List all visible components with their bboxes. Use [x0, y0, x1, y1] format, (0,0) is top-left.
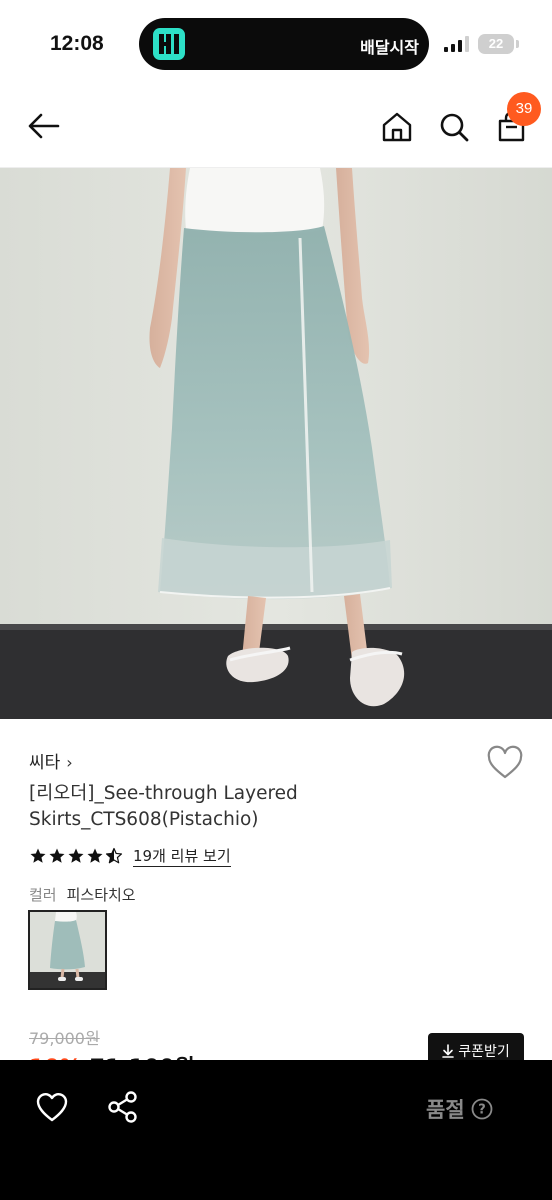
star-icon [49, 848, 65, 863]
bottom-action-bar: 품절 ? [0, 1060, 552, 1200]
cart-count-badge: 39 [507, 92, 541, 126]
live-activity-text: 배달시작 [360, 38, 419, 57]
color-label: 컬러 [29, 886, 57, 904]
color-swatch-selected[interactable] [28, 910, 107, 990]
battery-icon: 22 [478, 34, 514, 54]
brand-link[interactable]: 씨타 › [29, 748, 73, 773]
rating-stars [29, 847, 123, 865]
signal-icon [444, 36, 469, 52]
color-value: 피스타치오 [66, 886, 136, 904]
share-icon[interactable] [106, 1090, 140, 1124]
product-photo [0, 168, 552, 719]
product-title: [리오더]_See-through Layered Skirts_CTS608(… [29, 783, 298, 830]
brand-name: 씨타 [29, 753, 61, 773]
star-half-icon [105, 847, 123, 864]
top-nav [0, 90, 552, 168]
soldout-status: 품절 ? [426, 1094, 493, 1124]
back-arrow-icon[interactable] [24, 106, 64, 146]
search-icon[interactable] [434, 107, 474, 147]
original-price: 79,000원 [29, 1029, 100, 1048]
help-circle-icon[interactable]: ? [471, 1098, 493, 1120]
rating-row: 19개 리뷰 보기 [29, 845, 231, 867]
star-icon [68, 848, 84, 863]
battery-cap [516, 40, 519, 48]
product-image[interactable] [0, 168, 552, 719]
dynamic-island[interactable]: 배달시작 [139, 18, 429, 70]
swatch-thumbnail [30, 912, 105, 988]
home-icon[interactable] [377, 107, 417, 147]
download-icon [442, 1044, 455, 1058]
status-bar: 12:08 배달시작 22 [0, 0, 552, 90]
coupon-label: 쿠폰받기 [458, 1044, 510, 1060]
review-link[interactable]: 19개 리뷰 보기 [133, 846, 231, 867]
delivery-app-logo-icon [153, 28, 185, 60]
star-icon [87, 848, 103, 863]
help-symbol: ? [478, 1103, 486, 1118]
status-time: 12:08 [50, 32, 104, 55]
color-row: 컬러 피스타치오 [29, 884, 136, 905]
chevron-right-icon: › [66, 753, 73, 772]
heart-icon[interactable] [34, 1090, 70, 1124]
wishlist-heart-icon[interactable] [486, 745, 524, 781]
battery-level: 22 [488, 36, 504, 51]
star-icon [30, 848, 46, 863]
soldout-label: 품절 [426, 1098, 465, 1122]
